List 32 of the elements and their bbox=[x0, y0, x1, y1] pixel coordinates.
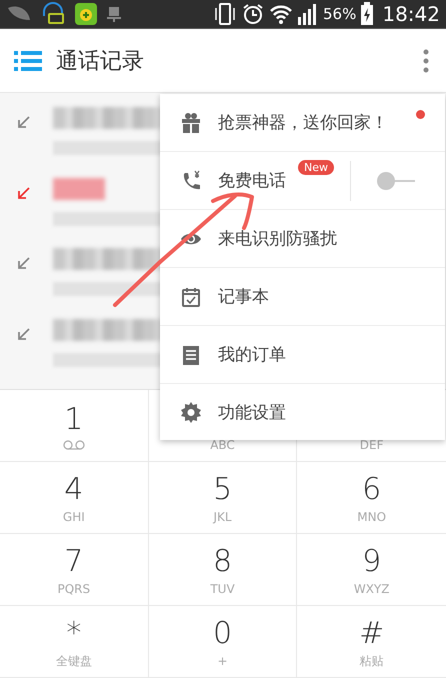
overflow-menu-icon[interactable] bbox=[422, 48, 430, 72]
toggle-switch[interactable] bbox=[377, 170, 415, 190]
screen-title: 通话记录 bbox=[56, 48, 144, 76]
dial-key[interactable]: 0 + bbox=[148, 606, 298, 678]
dial-key[interactable]: 9 WXYZ bbox=[297, 534, 446, 606]
wifi-icon bbox=[269, 4, 294, 24]
blurred-name bbox=[53, 178, 105, 200]
dial-key[interactable]: 7 PQRS bbox=[0, 534, 149, 606]
menu-item[interactable]: 记事本 bbox=[160, 268, 269, 325]
voicemail-icon bbox=[62, 440, 85, 450]
menu-item[interactable]: 我的订单 bbox=[160, 326, 286, 383]
dial-key[interactable]: # 粘贴 bbox=[297, 606, 446, 678]
alarm-icon bbox=[241, 2, 266, 26]
menu-item[interactable]: 抢票神器，送你回家！ bbox=[160, 94, 388, 151]
clock-time: 18:42 bbox=[382, 2, 440, 26]
list-icon bbox=[180, 344, 202, 366]
dial-key[interactable]: 8 TUV bbox=[148, 534, 298, 606]
gift-icon bbox=[180, 112, 202, 134]
app-icon bbox=[74, 2, 98, 26]
dial-key[interactable]: 4 GHI bbox=[0, 462, 149, 534]
dial-key[interactable]: 5 JKL bbox=[148, 462, 298, 534]
menu-item[interactable]: 功能设置 bbox=[160, 384, 286, 440]
vibrate-icon bbox=[213, 2, 238, 26]
dial-key[interactable]: 6 MNO bbox=[297, 462, 446, 534]
battery-percent: 56% bbox=[323, 5, 356, 23]
settings-icon bbox=[180, 401, 202, 423]
menu-icon[interactable] bbox=[14, 50, 42, 72]
new-badge: New bbox=[298, 160, 334, 175]
dial-key[interactable]: * 全键盘 bbox=[0, 606, 149, 678]
dial-key[interactable]: 1 bbox=[0, 390, 149, 462]
calendar-check-icon bbox=[180, 286, 202, 308]
menu-item[interactable]: 来电识别防骚扰 bbox=[160, 210, 337, 267]
